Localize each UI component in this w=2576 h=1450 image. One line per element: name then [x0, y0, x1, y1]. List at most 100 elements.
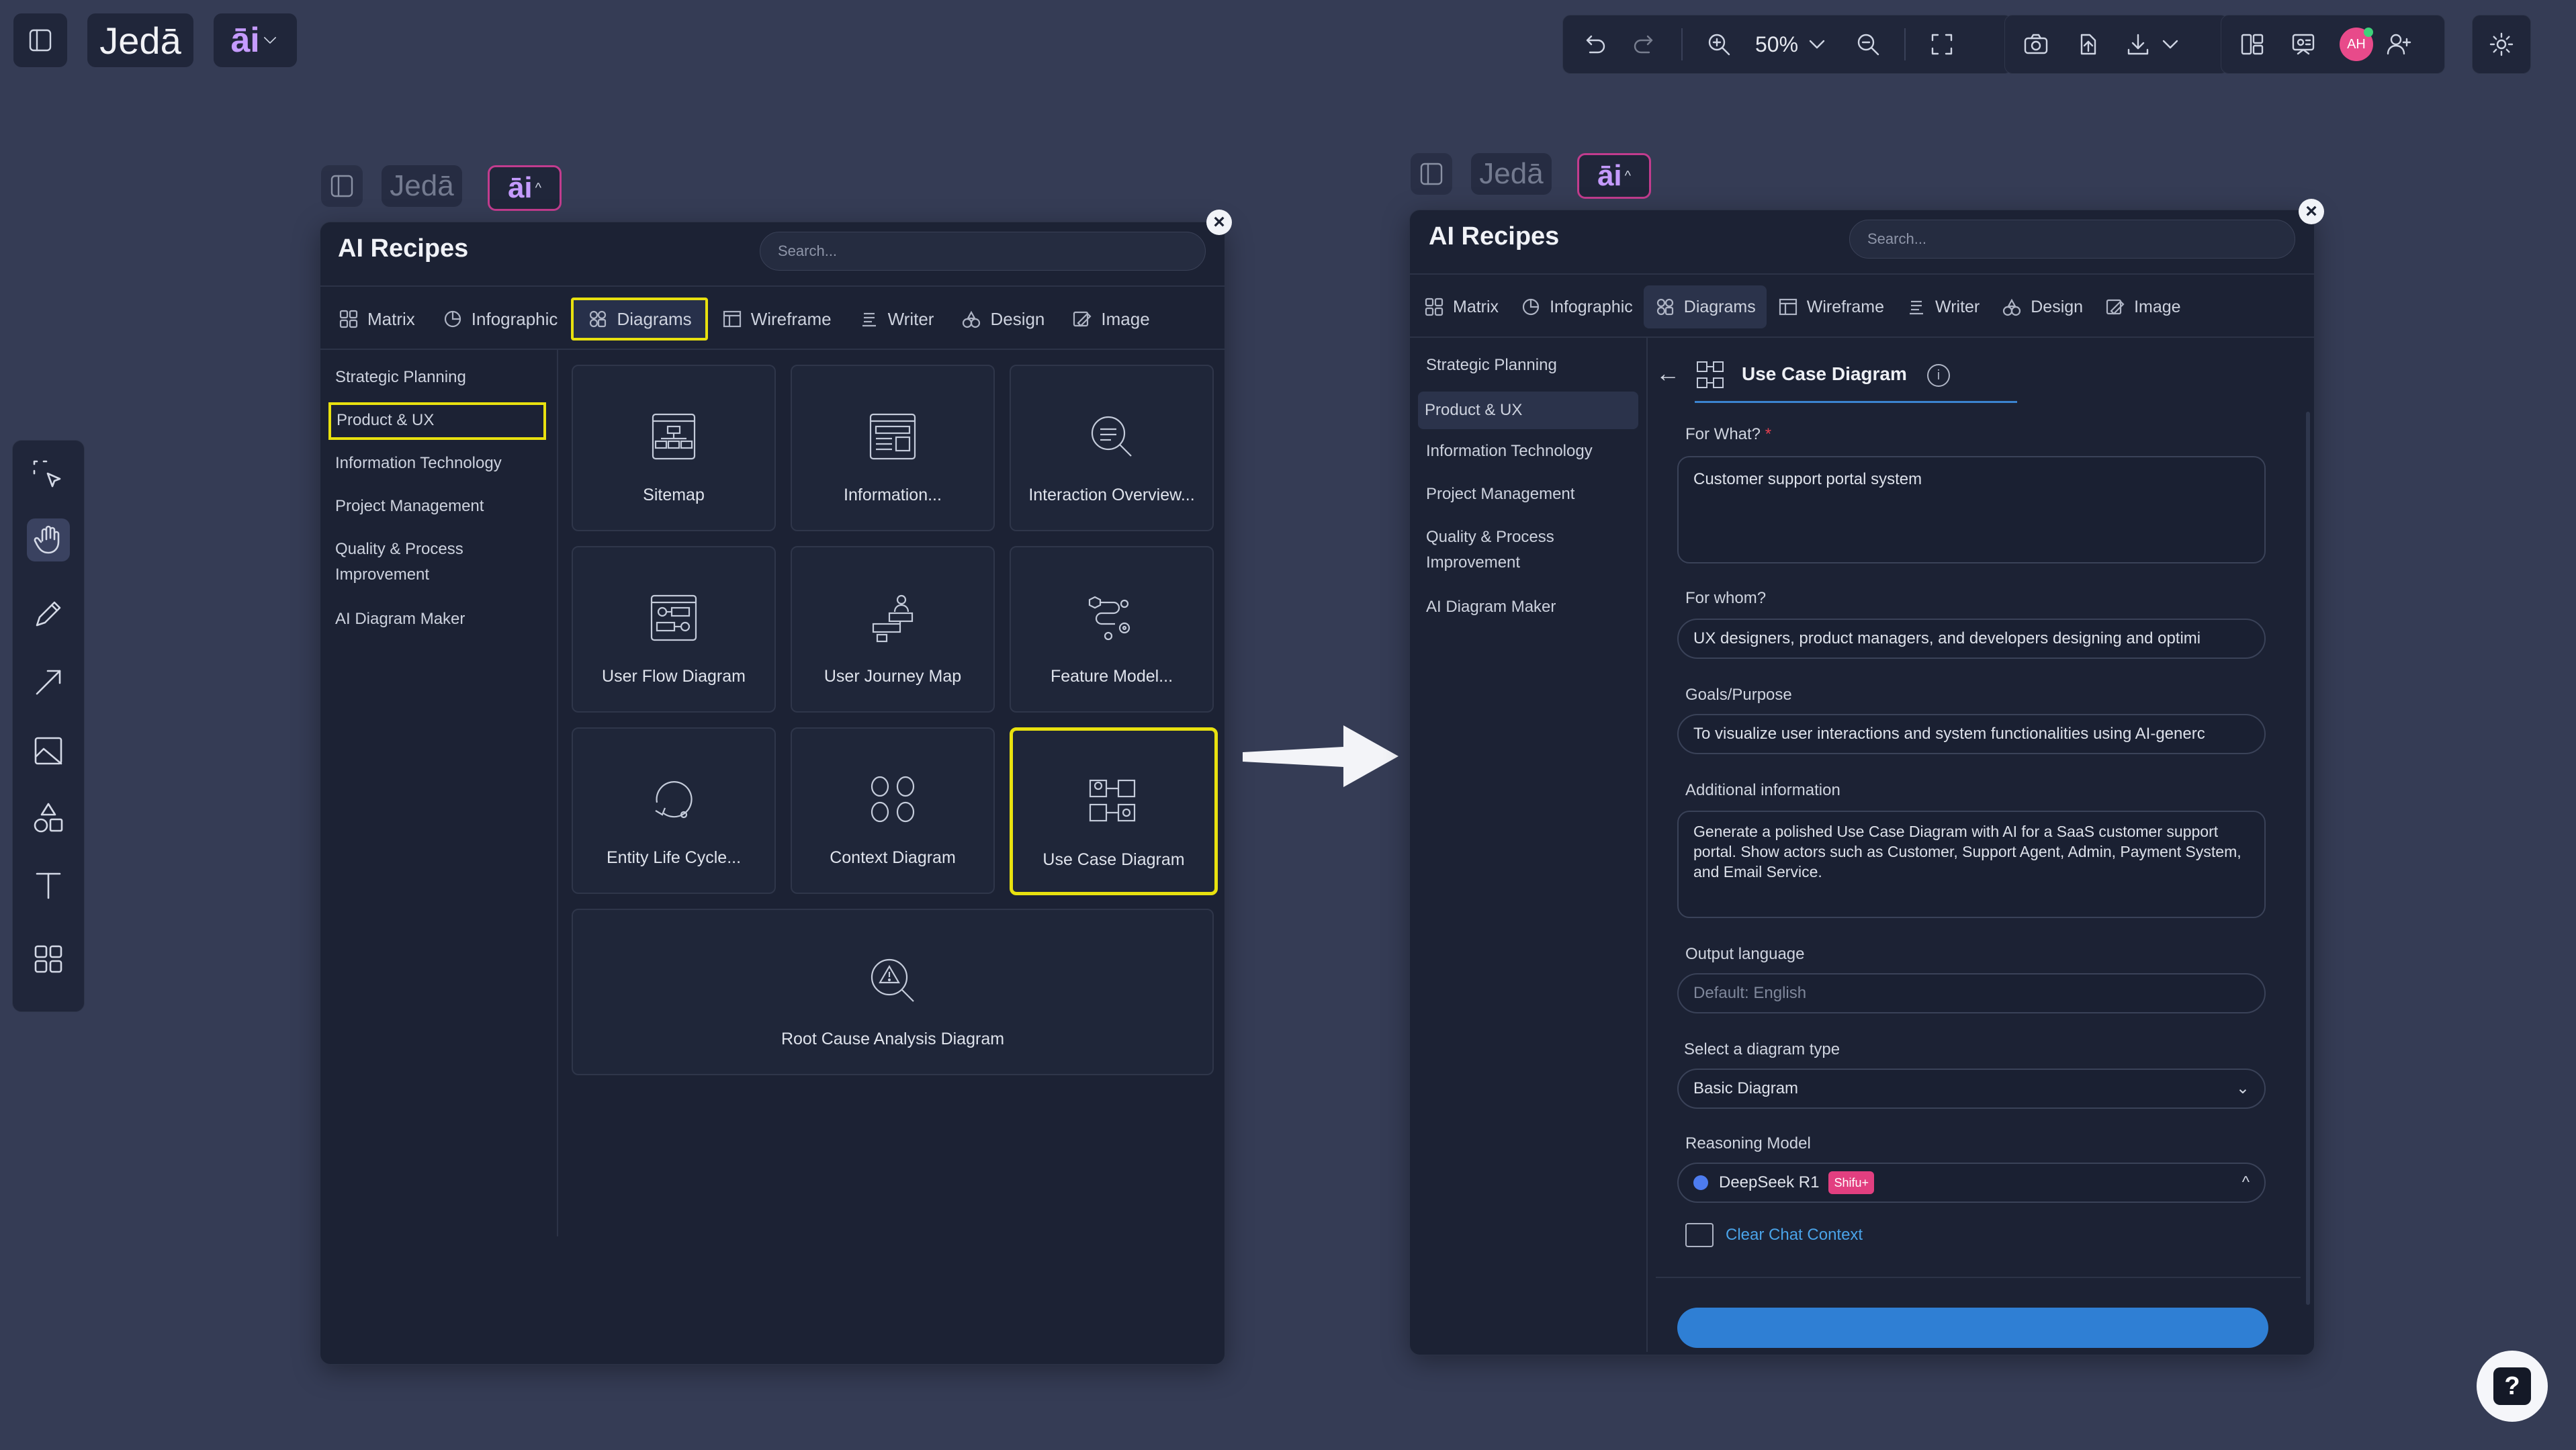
mini-ai-button[interactable]: āi ^: [488, 165, 562, 211]
tab-design[interactable]: Design: [1990, 285, 2094, 328]
layout-icon[interactable]: [2237, 30, 2267, 59]
info-icon[interactable]: i: [1927, 364, 1950, 387]
shapes-tool[interactable]: [27, 797, 70, 840]
category-product-ux[interactable]: Product & UX: [1418, 392, 1638, 429]
presentation-icon[interactable]: [2289, 30, 2318, 59]
jeda-logo[interactable]: Jedā: [87, 13, 193, 67]
recipe-card-entity-life-cycle[interactable]: Entity Life Cycle...: [572, 727, 776, 894]
recipe-card-sitemap[interactable]: Sitemap: [572, 365, 776, 531]
category-quality-process[interactable]: Quality & Process: [335, 537, 463, 562]
scrollbar[interactable]: [2306, 412, 2310, 1305]
ai-recipes-panel-right: AI Recipes Search... Matrix Infographic …: [1409, 210, 2315, 1355]
apps-tool[interactable]: [27, 938, 70, 981]
zoom-level[interactable]: 50%: [1755, 32, 1798, 57]
text-tool[interactable]: [27, 864, 70, 907]
back-arrow-icon[interactable]: ←: [1656, 359, 1680, 388]
category-information-technology[interactable]: Information Technology: [335, 451, 502, 476]
tab-matrix[interactable]: Matrix: [1413, 285, 1509, 328]
zoom-in-icon[interactable]: [1704, 30, 1734, 59]
fit-screen-icon[interactable]: [1927, 30, 1957, 59]
hand-tool[interactable]: [27, 518, 70, 561]
for-whom-input[interactable]: UX designers, product managers, and deve…: [1677, 619, 2266, 659]
chevron-up-icon: ^: [535, 180, 542, 195]
category-strategic-planning[interactable]: Strategic Planning: [335, 365, 466, 390]
clear-chat-button[interactable]: Clear Chat Context: [1685, 1223, 1863, 1247]
grid-icon: [1425, 298, 1444, 316]
tab-image[interactable]: Image: [1058, 298, 1163, 341]
tab-diagrams[interactable]: Diagrams: [571, 298, 708, 341]
category-quality-process-line2[interactable]: Improvement: [335, 562, 429, 588]
category-quality-process[interactable]: Quality & Process: [1426, 525, 1554, 550]
category-strategic-planning[interactable]: Strategic Planning: [1426, 353, 1557, 378]
life-cycle-icon: [643, 769, 704, 829]
mini-jeda-logo: Jedā: [1471, 153, 1552, 195]
card-label: Information...: [844, 486, 942, 504]
search-input[interactable]: Search...: [1849, 220, 2295, 259]
tab-wireframe[interactable]: Wireframe: [1767, 285, 1895, 328]
recipe-card-user-flow[interactable]: User Flow Diagram: [572, 546, 776, 713]
tab-writer[interactable]: Writer: [845, 298, 948, 341]
close-left-panel-button[interactable]: ×: [1206, 210, 1232, 235]
feature-model-icon: [1081, 588, 1142, 648]
search-input[interactable]: Search...: [760, 232, 1206, 271]
tab-wireframe[interactable]: Wireframe: [708, 298, 845, 341]
recipe-card-use-case[interactable]: Use Case Diagram: [1010, 727, 1218, 895]
tab-diagrams[interactable]: Diagrams: [1643, 285, 1767, 328]
chevron-down-icon[interactable]: [2156, 30, 2185, 59]
undo-icon[interactable]: [1579, 30, 1609, 59]
ai-label: āi: [230, 21, 260, 60]
wireframe-icon: [723, 310, 741, 328]
tab-design[interactable]: Design: [947, 298, 1058, 341]
category-information-technology[interactable]: Information Technology: [1426, 439, 1593, 464]
reasoning-model-select[interactable]: DeepSeek R1 Shifu+ ^: [1677, 1163, 2266, 1203]
download-icon[interactable]: [2123, 30, 2153, 59]
category-product-ux[interactable]: Product & UX: [328, 402, 546, 440]
mini-sidebar-toggle[interactable]: [321, 165, 363, 207]
avatar[interactable]: AH: [2340, 28, 2373, 61]
output-language-input[interactable]: Default: English: [1677, 973, 2266, 1013]
help-button[interactable]: ?: [2477, 1351, 2548, 1422]
goals-input[interactable]: To visualize user interactions and syste…: [1677, 714, 2266, 754]
tab-infographic[interactable]: Infographic: [1509, 285, 1644, 328]
chevron-down-icon[interactable]: [1802, 30, 1832, 59]
additional-info-textarea[interactable]: Generate a polished Use Case Diagram wit…: [1677, 811, 2266, 918]
tab-matrix[interactable]: Matrix: [324, 298, 429, 341]
category-ai-diagram-maker[interactable]: AI Diagram Maker: [335, 606, 465, 632]
sidebar-toggle-button[interactable]: [13, 13, 67, 67]
zoom-out-icon[interactable]: [1853, 30, 1883, 59]
recipe-card-root-cause[interactable]: Root Cause Analysis Diagram: [572, 909, 1214, 1075]
redo-icon[interactable]: [1630, 30, 1660, 59]
close-right-panel-button[interactable]: ×: [2299, 199, 2324, 224]
ai-menu-button[interactable]: āi: [214, 13, 297, 67]
for-whom-label: For whom?: [1685, 589, 1767, 607]
arrow-tool[interactable]: [27, 661, 70, 704]
transition-arrow-icon: [1243, 725, 1398, 787]
category-ai-diagram-maker[interactable]: AI Diagram Maker: [1426, 594, 1556, 620]
share-icon[interactable]: [2072, 30, 2102, 59]
add-user-icon[interactable]: [2384, 30, 2413, 59]
pie-icon: [1522, 298, 1540, 316]
diagram-type-select[interactable]: Basic Diagram ⌄: [1677, 1069, 2266, 1109]
category-quality-process-line2[interactable]: Improvement: [1426, 550, 1520, 576]
mini-sidebar-toggle[interactable]: [1411, 153, 1452, 195]
pencil-tool[interactable]: [27, 592, 70, 635]
recipe-card-information[interactable]: Information...: [791, 365, 995, 531]
category-project-management[interactable]: Project Management: [1426, 482, 1574, 507]
gear-icon[interactable]: [2487, 30, 2516, 59]
recipe-card-user-journey[interactable]: User Journey Map: [791, 546, 995, 713]
camera-icon[interactable]: [2021, 30, 2051, 59]
generate-button[interactable]: [1677, 1308, 2268, 1348]
diagram-icon: [590, 310, 607, 328]
tab-infographic[interactable]: Infographic: [429, 298, 572, 341]
image-tool[interactable]: [27, 729, 70, 772]
recipe-card-feature-model[interactable]: Feature Model...: [1010, 546, 1214, 713]
mini-ai-button[interactable]: āi ^: [1577, 153, 1651, 199]
tab-writer[interactable]: Writer: [1895, 285, 1990, 328]
tab-image[interactable]: Image: [2094, 285, 2191, 328]
select-tool[interactable]: [27, 454, 70, 497]
category-project-management[interactable]: Project Management: [335, 494, 484, 519]
recipe-card-context-diagram[interactable]: Context Diagram: [791, 727, 995, 894]
card-label: Interaction Overview...: [1028, 486, 1195, 504]
for-what-textarea[interactable]: Customer support portal system: [1677, 456, 2266, 563]
recipe-card-interaction-overview[interactable]: Interaction Overview...: [1010, 365, 1214, 531]
